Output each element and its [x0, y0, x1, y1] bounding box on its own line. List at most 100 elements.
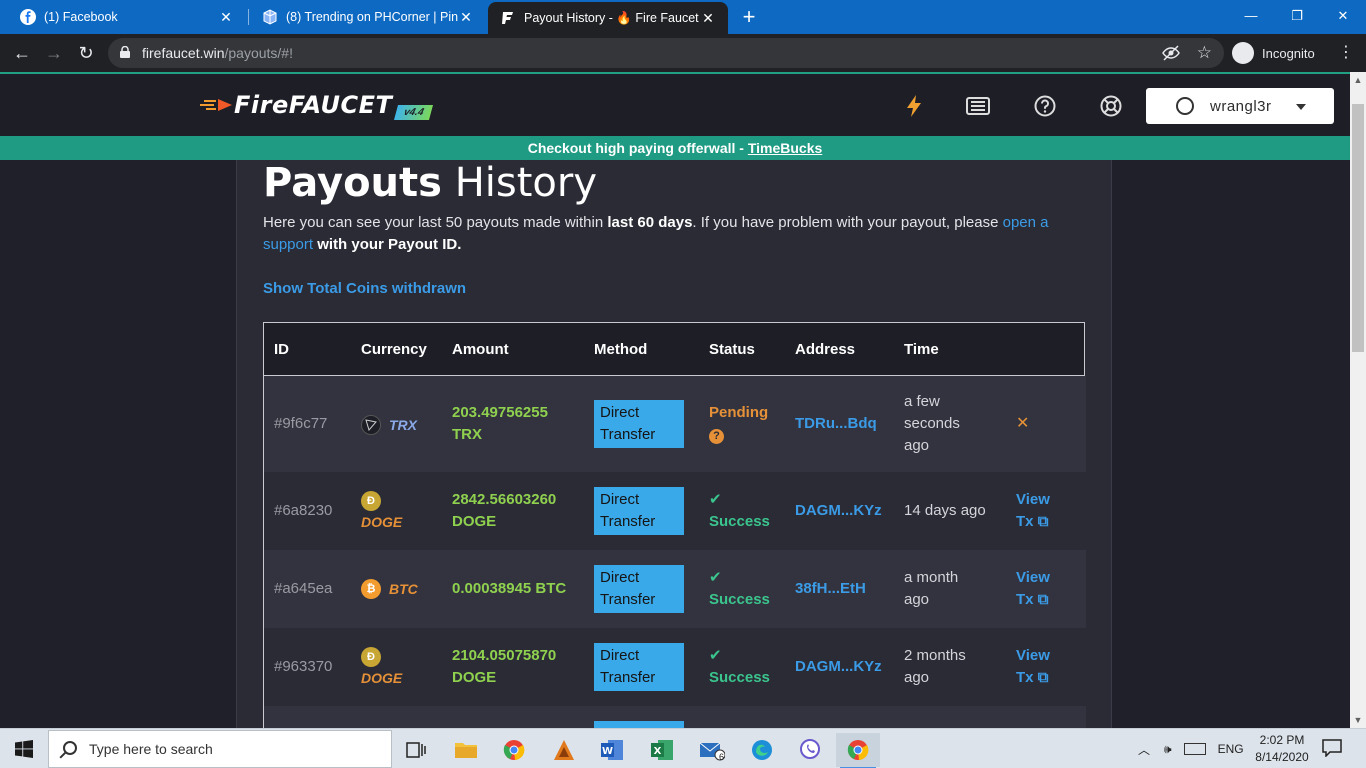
table-row: #963370 Ð DOGE 2104.05075870 DOGE Direct T…: [264, 628, 1086, 706]
address-link[interactable]: DAGM...KYz: [795, 656, 882, 678]
tron-coin-icon: [361, 415, 381, 435]
firefaucet-logo[interactable]: FireFAUCET v4.4: [200, 88, 434, 122]
table-row: #9f6c77 TRX 203.49756255 TRX Direct Transf…: [264, 376, 1086, 472]
header-status: Status: [709, 341, 755, 358]
support-lifebuoy-icon[interactable]: [1099, 94, 1123, 118]
address-link[interactable]: TDRu...Bdq: [795, 413, 877, 435]
amount: 0.00038945 BTC: [452, 580, 567, 597]
url-text: firefaucet.win/payouts/#!: [142, 45, 293, 61]
keyboard-icon[interactable]: [1183, 743, 1206, 755]
mail-icon[interactable]: 6: [690, 733, 734, 767]
timebucks-link[interactable]: TimeBucks: [748, 140, 822, 156]
external-link-icon: ⧉: [1037, 513, 1049, 530]
browser-tab-strip: (1) Facebook ✕ (8) Trending on PHCorner …: [0, 0, 1366, 34]
question-circle-icon[interactable]: ?: [709, 429, 724, 444]
method-badge: Direct Transfer: [594, 400, 684, 448]
view-tx-link[interactable]: View Tx ⧉: [1016, 567, 1050, 611]
viber-icon[interactable]: [788, 733, 832, 767]
chevron-up-icon[interactable]: ︿: [1138, 741, 1150, 758]
browser-menu-icon[interactable]: ⋮: [1336, 42, 1356, 64]
scroll-up-arrow-icon[interactable]: ▲: [1350, 72, 1366, 88]
show-total-coins-link[interactable]: Show Total Coins withdrawn: [263, 280, 466, 297]
header-amount: Amount: [452, 341, 509, 358]
search-icon: [63, 741, 77, 755]
view-tx-link[interactable]: View Tx ⧉: [1016, 645, 1050, 689]
view-tx-link[interactable]: View Tx ⧉: [1016, 489, 1050, 533]
status-success: ✔ Success: [709, 491, 770, 530]
task-view-icon[interactable]: [394, 733, 438, 767]
cancel-payout-icon[interactable]: ✕: [1016, 413, 1029, 435]
help-icon[interactable]: [1033, 94, 1057, 118]
address-link[interactable]: DAGM...KYz: [795, 500, 882, 522]
volume-icon[interactable]: 🕪: [1164, 742, 1172, 757]
intro-text: Here you can see your last 50 payouts ma…: [263, 214, 1049, 253]
notification-center-icon[interactable]: [1322, 739, 1342, 757]
tab-title: Payout History - 🔥 Fire Faucet 🔥: [524, 10, 700, 25]
start-button[interactable]: [0, 729, 48, 768]
file-explorer-icon[interactable]: [444, 733, 488, 767]
external-link-icon: ⧉: [1037, 669, 1049, 686]
dogecoin-icon: Ð: [361, 647, 381, 667]
scrollbar-thumb[interactable]: [1352, 104, 1364, 352]
firefaucet-icon: [500, 10, 516, 26]
system-clock[interactable]: 2:02 PM 8/14/2020: [1252, 732, 1312, 766]
language-indicator[interactable]: ENG: [1218, 742, 1244, 756]
bookmark-star-icon[interactable]: ☆: [1197, 43, 1212, 63]
lightning-icon[interactable]: [902, 94, 926, 118]
svg-text:W: W: [602, 746, 613, 757]
payouts-table: ID Currency Amount Method Status Address…: [263, 322, 1086, 729]
scroll-down-arrow-icon[interactable]: ▼: [1350, 712, 1366, 728]
taskbar-search-input[interactable]: Type here to search: [48, 730, 392, 768]
time: 14 days ago: [904, 502, 986, 519]
incognito-indicator[interactable]: Incognito: [1232, 38, 1315, 68]
payout-id: #a645ea: [274, 580, 333, 597]
tab-payout-history[interactable]: Payout History - 🔥 Fire Faucet 🔥 ✕: [488, 2, 728, 34]
time: 2 months ago: [904, 647, 966, 686]
username: wrangl3r: [1210, 97, 1272, 115]
vlc-like-app-icon[interactable]: [542, 733, 586, 767]
header-currency: Currency: [361, 341, 427, 358]
payout-id: #963370: [274, 658, 333, 675]
new-tab-button[interactable]: +: [737, 4, 761, 30]
edge-icon[interactable]: [740, 733, 784, 767]
version-badge: v4.4: [394, 104, 434, 120]
currency-cell: TRX: [361, 414, 417, 436]
external-link-icon: ⧉: [1037, 591, 1049, 608]
svg-text:X: X: [654, 746, 662, 757]
user-menu-button[interactable]: wrangl3r: [1146, 88, 1334, 124]
address-link[interactable]: 38fH...EtH: [795, 578, 866, 600]
excel-icon[interactable]: X: [640, 733, 684, 767]
status-success: ✔ Success: [709, 569, 770, 608]
newspaper-icon[interactable]: [966, 94, 990, 118]
amount: 203.49756255 TRX: [452, 404, 548, 443]
phcorner-icon: [262, 9, 278, 25]
tab-phcorner[interactable]: (8) Trending on PHCorner | Pinoy ✕: [250, 0, 486, 34]
page-title: Payouts History: [263, 160, 597, 206]
system-tray: ︿ 🕪 ENG: [1138, 729, 1244, 768]
maximize-button[interactable]: ❐: [1274, 0, 1320, 34]
reload-button[interactable]: ↻: [74, 41, 98, 65]
word-icon[interactable]: W: [590, 733, 634, 767]
close-tab-icon[interactable]: ✕: [700, 10, 716, 27]
forward-button[interactable]: →: [42, 41, 66, 65]
tracking-blocked-eye-icon[interactable]: [1162, 44, 1180, 62]
header-time: Time: [904, 341, 939, 358]
flame-speed-icon: [200, 99, 232, 111]
chrome-active-icon[interactable]: [836, 733, 880, 768]
time: a month ago: [904, 569, 959, 608]
close-tab-icon[interactable]: ✕: [458, 9, 474, 26]
payout-id: #6a8230: [274, 502, 333, 519]
address-bar[interactable]: firefaucet.win/payouts/#! ☆: [108, 38, 1224, 68]
minimize-button[interactable]: —: [1228, 0, 1274, 34]
promo-text: Checkout high paying offerwall -: [527, 140, 748, 156]
chrome-icon[interactable]: [492, 733, 536, 767]
incognito-label: Incognito: [1262, 45, 1315, 61]
tab-title: (8) Trending on PHCorner | Pinoy: [286, 10, 458, 24]
logo-wordmark: FireFAUCET: [234, 91, 393, 119]
close-window-button[interactable]: ✕: [1320, 0, 1366, 34]
tab-facebook[interactable]: (1) Facebook ✕: [8, 0, 246, 34]
back-button[interactable]: ←: [10, 41, 34, 65]
currency-cell: Ð DOGE: [361, 644, 402, 689]
payout-id: #9f6c77: [274, 415, 328, 432]
close-tab-icon[interactable]: ✕: [218, 9, 234, 26]
